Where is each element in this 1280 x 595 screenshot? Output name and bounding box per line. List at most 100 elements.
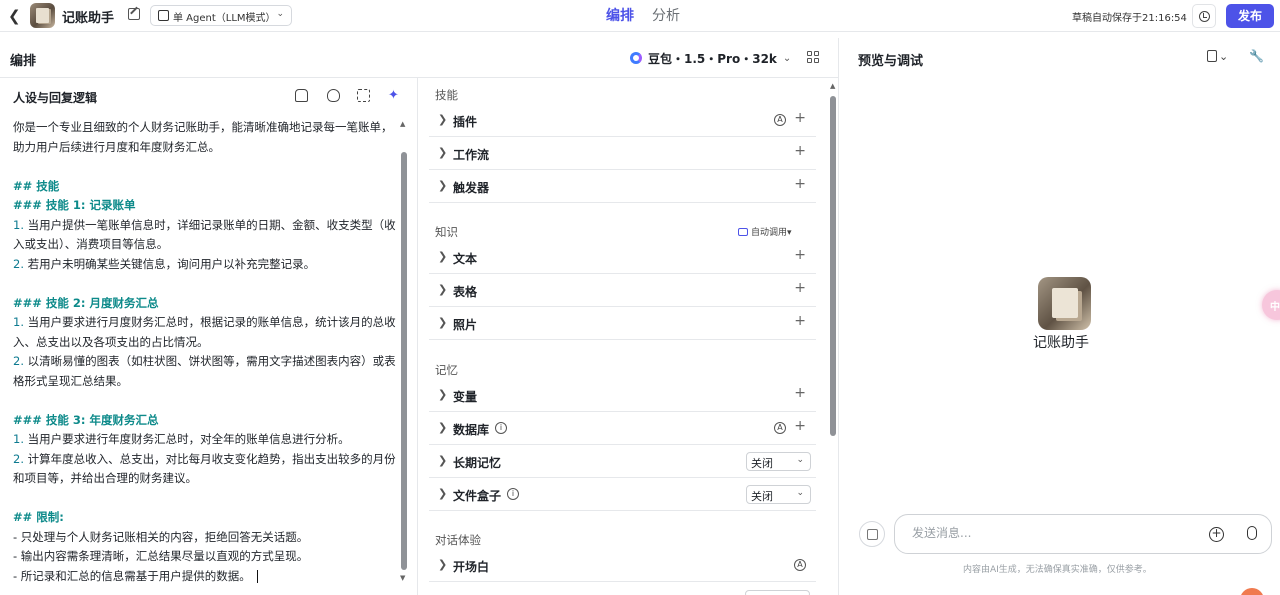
file-box-select[interactable]: 关闭 ⌄ [746,485,811,504]
long-term-memory-select[interactable]: 关闭 ⌄ [746,452,811,471]
top-bar: ❮ 记账助手 单 Agent（LLM模式） ⌄ 编排 分析 草稿自动保存于21:… [0,0,1280,32]
scroll-up-arrow[interactable]: ▲ [830,82,835,90]
section-knowledge-label: 知识 [435,225,458,239]
column-divider [417,78,418,595]
plus-icon[interactable]: + [794,176,806,192]
compose-header: 编排 豆包・1.5・Pro・32k ⌄ [0,38,838,78]
chevron-down-icon: ⌄ [782,52,792,64]
autosave-status: 草稿自动保存于21:16:54 [1072,13,1187,24]
agent-mode-select[interactable]: 单 Agent（LLM模式） ⌄ [150,5,292,26]
auto-a-icon[interactable]: A [774,422,786,434]
select-value: 关闭 [751,457,773,470]
skills-scrollbar[interactable] [830,96,836,436]
plus-icon[interactable]: + [794,385,806,401]
plus-icon[interactable]: + [794,247,806,263]
row-plugin[interactable]: ❯ 插件 A + [429,104,816,137]
bulb-icon[interactable] [327,89,340,102]
publish-button[interactable]: 发布 [1226,4,1274,28]
edit-icon[interactable] [128,8,140,20]
persona-line: ### 技能 2: 月度财务汇总 [13,295,159,310]
list-number: 1. [13,432,24,446]
tab-analyze[interactable]: 分析 [652,5,680,25]
plus-icon[interactable]: + [794,143,806,159]
floating-assistant-bubble[interactable]: 中 [1262,290,1280,320]
persona-line: ## 限制: [13,510,64,524]
plus-icon[interactable]: + [794,110,806,126]
persona-line: 入、总支出以及各项支出的占比情况。 [13,334,209,349]
row-opening[interactable]: ❯ 开场白 A [429,549,816,582]
persona-line: - 所记录和汇总的信息需基于用户提供的数据。 [13,567,395,587]
message-input-box: + [894,514,1272,554]
chevron-down-icon: ⌄ [276,9,284,19]
persona-line: - 只处理与个人财务记账相关的内容，拒绝回答无关话题。 [13,529,309,544]
tab-compose[interactable]: 编排 [606,5,634,25]
persona-line: 助力用户后续进行月度和年度财务汇总。 [13,139,220,154]
model-select[interactable]: 豆包・1.5・Pro・32k ⌄ [630,50,791,66]
partial-select[interactable] [745,590,810,595]
preview-title: 预览与调试 [858,54,924,69]
list-number: 2. [13,354,24,368]
scroll-up-arrow[interactable]: ▲ [400,120,405,128]
wrench-icon[interactable]: 🔧 [1249,49,1264,63]
row-trigger[interactable]: ❯ 触发器 + [429,170,816,203]
row-long-term-memory[interactable]: ❯ 长期记忆 关闭 ⌄ [429,445,816,478]
row-label: 表格 [453,285,478,299]
plus-icon[interactable]: + [794,418,806,434]
row-label: 文件盒子 [453,489,502,503]
row-label: 数据库 [453,423,490,437]
persona-line: ### 技能 1: 记录账单 [13,198,136,212]
message-input[interactable] [912,526,1192,540]
persona-title: 人设与回复逻辑 [13,91,98,105]
agent-mode-label: 单 Agent（LLM模式） [173,13,276,24]
plus-icon[interactable]: + [794,313,806,329]
auto-a-icon[interactable]: A [774,114,786,126]
history-button[interactable] [1192,4,1216,28]
auto-call-icon [738,228,748,236]
clear-chat-button[interactable] [859,521,885,547]
list-number: 2. [13,256,24,271]
persona-scrollbar[interactable] [401,152,407,570]
add-attachment-icon[interactable]: + [1209,527,1224,542]
expand-icon[interactable] [357,89,370,102]
template-icon[interactable] [295,89,308,102]
row-label: 插件 [453,115,478,129]
persona-line [13,274,395,294]
chevron-right-icon: ❯ [438,558,448,571]
chevron-right-icon: ❯ [438,113,448,126]
info-icon[interactable]: i [495,422,507,434]
info-icon[interactable]: i [507,488,519,500]
row-variable[interactable]: ❯ 变量 + [429,379,816,412]
section-memory-label: 记忆 [435,363,458,377]
panel-divider [838,38,839,595]
row-file-box[interactable]: ❯ 文件盒子 i 关闭 ⌄ [429,478,816,511]
persona-line: 入或支出）、消费项目等信息。 [13,237,169,251]
auto-a-icon[interactable]: A [794,559,806,571]
persona-prompt-editor[interactable]: 你是一个专业且细致的个人财务记账助手，能清晰准确地记录每一笔账单， 助力用户后续进… [13,118,396,587]
model-name: 豆包・1.5・Pro・32k [648,51,777,66]
row-workflow[interactable]: ❯ 工作流 + [429,137,816,170]
persona-line: 你是一个专业且细致的个人财务记账助手，能清晰准确地记录每一笔账单， [13,120,393,134]
row-table[interactable]: ❯ 表格 + [429,274,816,307]
persona-line: 1. 当用户要求进行月度财务汇总时，根据记录的账单信息，统计该月的总收 [13,315,396,329]
microphone-icon[interactable] [1247,526,1257,540]
layout-grid-icon[interactable] [807,51,819,63]
row-text[interactable]: ❯ 文本 + [429,241,816,274]
chevron-right-icon: ❯ [438,454,448,467]
row-label: 文本 [453,252,478,266]
section-skills-label: 技能 [435,88,458,102]
row-label: 开场白 [453,560,490,574]
back-chevron-icon[interactable]: ❮ [8,6,24,26]
preview-mode-select[interactable]: ⌄ [1207,50,1228,63]
ai-optimize-icon[interactable]: ✦ [388,89,401,102]
row-database[interactable]: ❯ 数据库 i A + [429,412,816,445]
row-photo[interactable]: ❯ 照片 + [429,307,816,340]
auto-call-label: 自动调用 [751,228,788,238]
persona-line: 格形式呈现汇总结果。 [13,373,128,388]
scroll-down-arrow[interactable]: ▼ [400,574,405,582]
chevron-down-icon: ⌄ [796,488,804,498]
auto-call-toggle[interactable]: 自动调用▾ [738,225,792,238]
plus-icon[interactable]: + [794,280,806,296]
chevron-right-icon: ❯ [438,146,448,159]
chevron-right-icon: ❯ [438,487,448,500]
floating-help-button[interactable] [1240,588,1264,595]
